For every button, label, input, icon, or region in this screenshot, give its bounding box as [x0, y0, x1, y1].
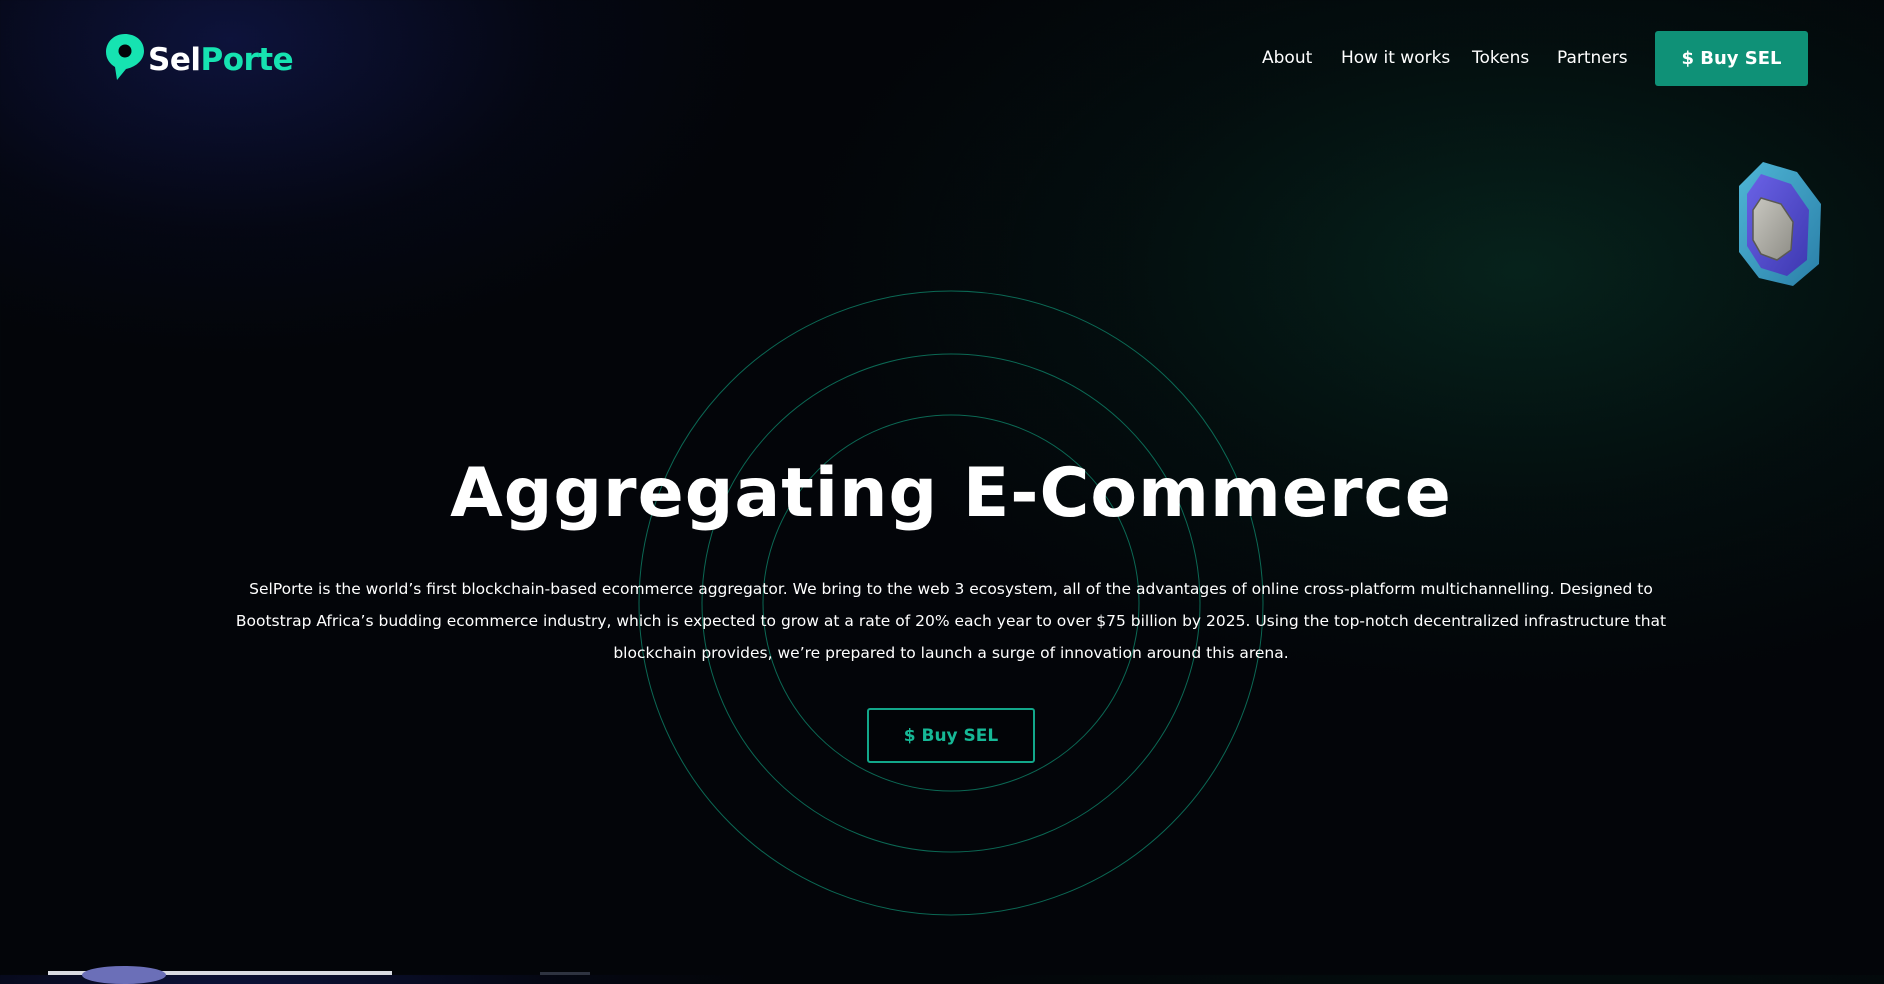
logo-text-porte: Porte	[200, 42, 294, 78]
site-header: SelPorte About How it works Tokens Partn…	[0, 0, 1884, 118]
nav-link-tokens[interactable]: Tokens	[1472, 46, 1529, 70]
logo-text: SelPorte	[148, 42, 294, 78]
hero-description: SelPorte is the world’s first blockchain…	[235, 580, 1667, 662]
location-pin-logo-icon	[106, 34, 144, 80]
nav-link-how-it-works[interactable]: How it works	[1341, 46, 1450, 70]
buy-sel-button-hero[interactable]: $ Buy SEL	[867, 708, 1035, 763]
next-section-blob	[82, 966, 166, 984]
buy-sel-button-header[interactable]: $ Buy SEL	[1655, 31, 1808, 86]
nav-link-about[interactable]: About	[1262, 46, 1312, 70]
logo[interactable]: SelPorte	[104, 32, 294, 82]
logo-text-sel: Sel	[148, 42, 201, 78]
shield-icon	[1739, 162, 1821, 286]
hero-title: Aggregating E-Commerce	[450, 454, 1452, 533]
nav-link-partners[interactable]: Partners	[1557, 46, 1628, 70]
